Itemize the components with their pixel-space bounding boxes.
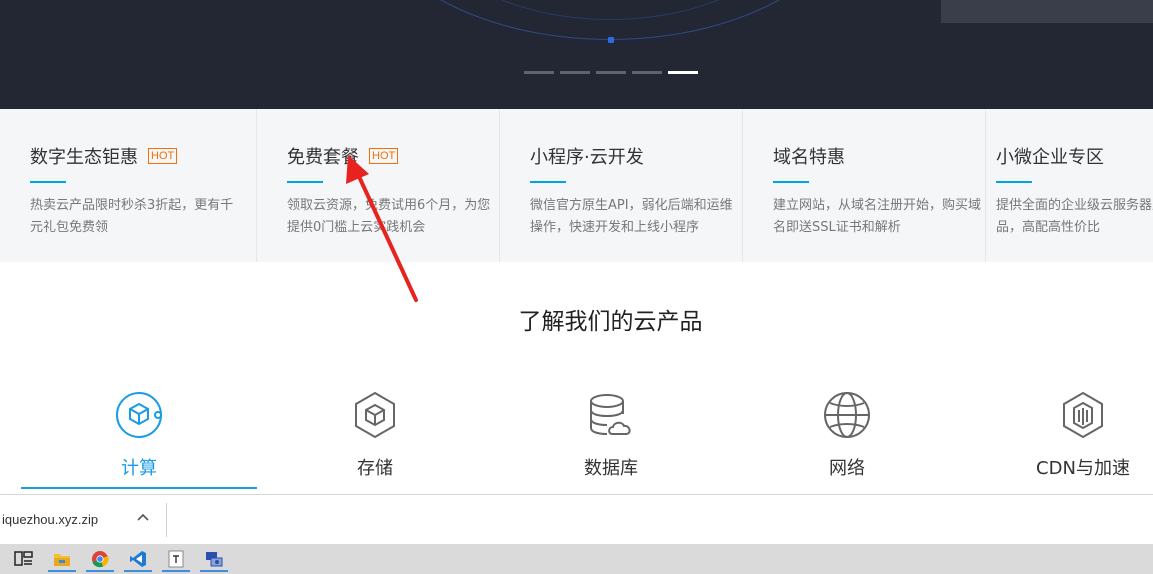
carousel-indicators bbox=[524, 71, 698, 74]
promo-card-title: 免费套餐 bbox=[287, 147, 359, 168]
product-label: 数据库 bbox=[584, 458, 638, 479]
card-underline bbox=[773, 181, 809, 183]
product-tab-network[interactable]: 网络 bbox=[729, 390, 965, 490]
hot-badge: HOT bbox=[148, 148, 178, 164]
banner-globe-dot bbox=[608, 37, 614, 43]
promo-card-desc: 领取云资源，免费试用6个月，为您提供0门槛上云实践机会 bbox=[287, 198, 491, 235]
product-label: 网络 bbox=[829, 458, 865, 479]
promo-card-digital-ecosystem[interactable]: 数字生态钜惠 HOT 热卖云产品限时秒杀3折起，更有千元礼包免费领 bbox=[0, 109, 257, 262]
divider bbox=[166, 503, 167, 537]
storage-icon bbox=[355, 391, 395, 439]
hot-badge: HOT bbox=[369, 148, 399, 164]
chrome-icon[interactable] bbox=[86, 546, 114, 572]
promo-card-mini-program[interactable]: 小程序·云开发 微信官方原生API，弱化后端和运维操作，快速开发和上线小程序 bbox=[500, 109, 743, 262]
network-icon bbox=[824, 392, 870, 438]
chevron-up-icon[interactable] bbox=[136, 511, 150, 525]
product-tab-compute[interactable]: 计算 bbox=[21, 390, 257, 490]
remote-desktop-icon[interactable] bbox=[200, 546, 228, 572]
banner-panel bbox=[941, 0, 1153, 23]
promo-card-desc: 热卖云产品限时秒杀3折起，更有千元礼包免费领 bbox=[30, 198, 234, 235]
vscode-icon[interactable] bbox=[124, 546, 152, 572]
product-label: 存储 bbox=[357, 458, 393, 479]
hero-banner bbox=[0, 0, 1153, 109]
carousel-dot-active[interactable] bbox=[668, 71, 698, 74]
file-explorer-icon[interactable] bbox=[48, 546, 76, 572]
promo-cards: 数字生态钜惠 HOT 热卖云产品限时秒杀3折起，更有千元礼包免费领 免费套餐 H… bbox=[0, 109, 1153, 262]
card-underline bbox=[530, 181, 566, 183]
product-label: 计算 bbox=[121, 458, 157, 479]
cdn-icon bbox=[1063, 391, 1103, 439]
typora-icon[interactable] bbox=[162, 546, 190, 572]
promo-card-title: 小微企业专区 bbox=[996, 147, 1104, 168]
product-tab-database[interactable]: 数据库 bbox=[493, 390, 729, 490]
download-filename[interactable]: iquezhou.xyz.zip bbox=[2, 512, 98, 527]
carousel-dot[interactable] bbox=[632, 71, 662, 74]
card-underline bbox=[287, 181, 323, 183]
promo-card-title: 域名特惠 bbox=[773, 147, 845, 168]
promo-card-desc: 微信官方原生API，弱化后端和运维操作，快速开发和上线小程序 bbox=[530, 198, 733, 235]
carousel-dot[interactable] bbox=[596, 71, 626, 74]
promo-card-title: 数字生态钜惠 bbox=[30, 147, 138, 168]
promo-card-small-business[interactable]: 小微企业专区 提供全面的企业级云服务器及产品，高配高性价比 bbox=[986, 109, 1153, 262]
compute-icon bbox=[116, 392, 162, 438]
database-icon bbox=[590, 394, 631, 435]
product-tabs: 计算 存储 数据库 网络 CDN与加速 bbox=[21, 390, 1153, 490]
download-bar: iquezhou.xyz.zip bbox=[0, 494, 1153, 544]
carousel-dot[interactable] bbox=[560, 71, 590, 74]
product-label: CDN与加速 bbox=[1036, 458, 1130, 479]
card-underline bbox=[996, 181, 1032, 183]
product-tab-cdn[interactable]: CDN与加速 bbox=[965, 390, 1153, 490]
promo-card-free-package[interactable]: 免费套餐 HOT 领取云资源，免费试用6个月，为您提供0门槛上云实践机会 bbox=[257, 109, 500, 262]
product-tab-storage[interactable]: 存储 bbox=[257, 390, 493, 490]
task-view-icon[interactable] bbox=[12, 546, 36, 572]
promo-card-title: 小程序·云开发 bbox=[530, 147, 644, 168]
carousel-dot[interactable] bbox=[524, 71, 554, 74]
section-title: 了解我们的云产品 bbox=[518, 309, 703, 335]
taskbar bbox=[0, 544, 1153, 574]
promo-card-desc: 提供全面的企业级云服务器及产品，高配高性价比 bbox=[996, 198, 1153, 235]
promo-card-domain[interactable]: 域名特惠 建立网站，从域名注册开始，购买域名即送SSL证书和解析 bbox=[743, 109, 986, 262]
card-underline bbox=[30, 181, 66, 183]
promo-card-desc: 建立网站，从域名注册开始，购买域名即送SSL证书和解析 bbox=[773, 198, 982, 235]
